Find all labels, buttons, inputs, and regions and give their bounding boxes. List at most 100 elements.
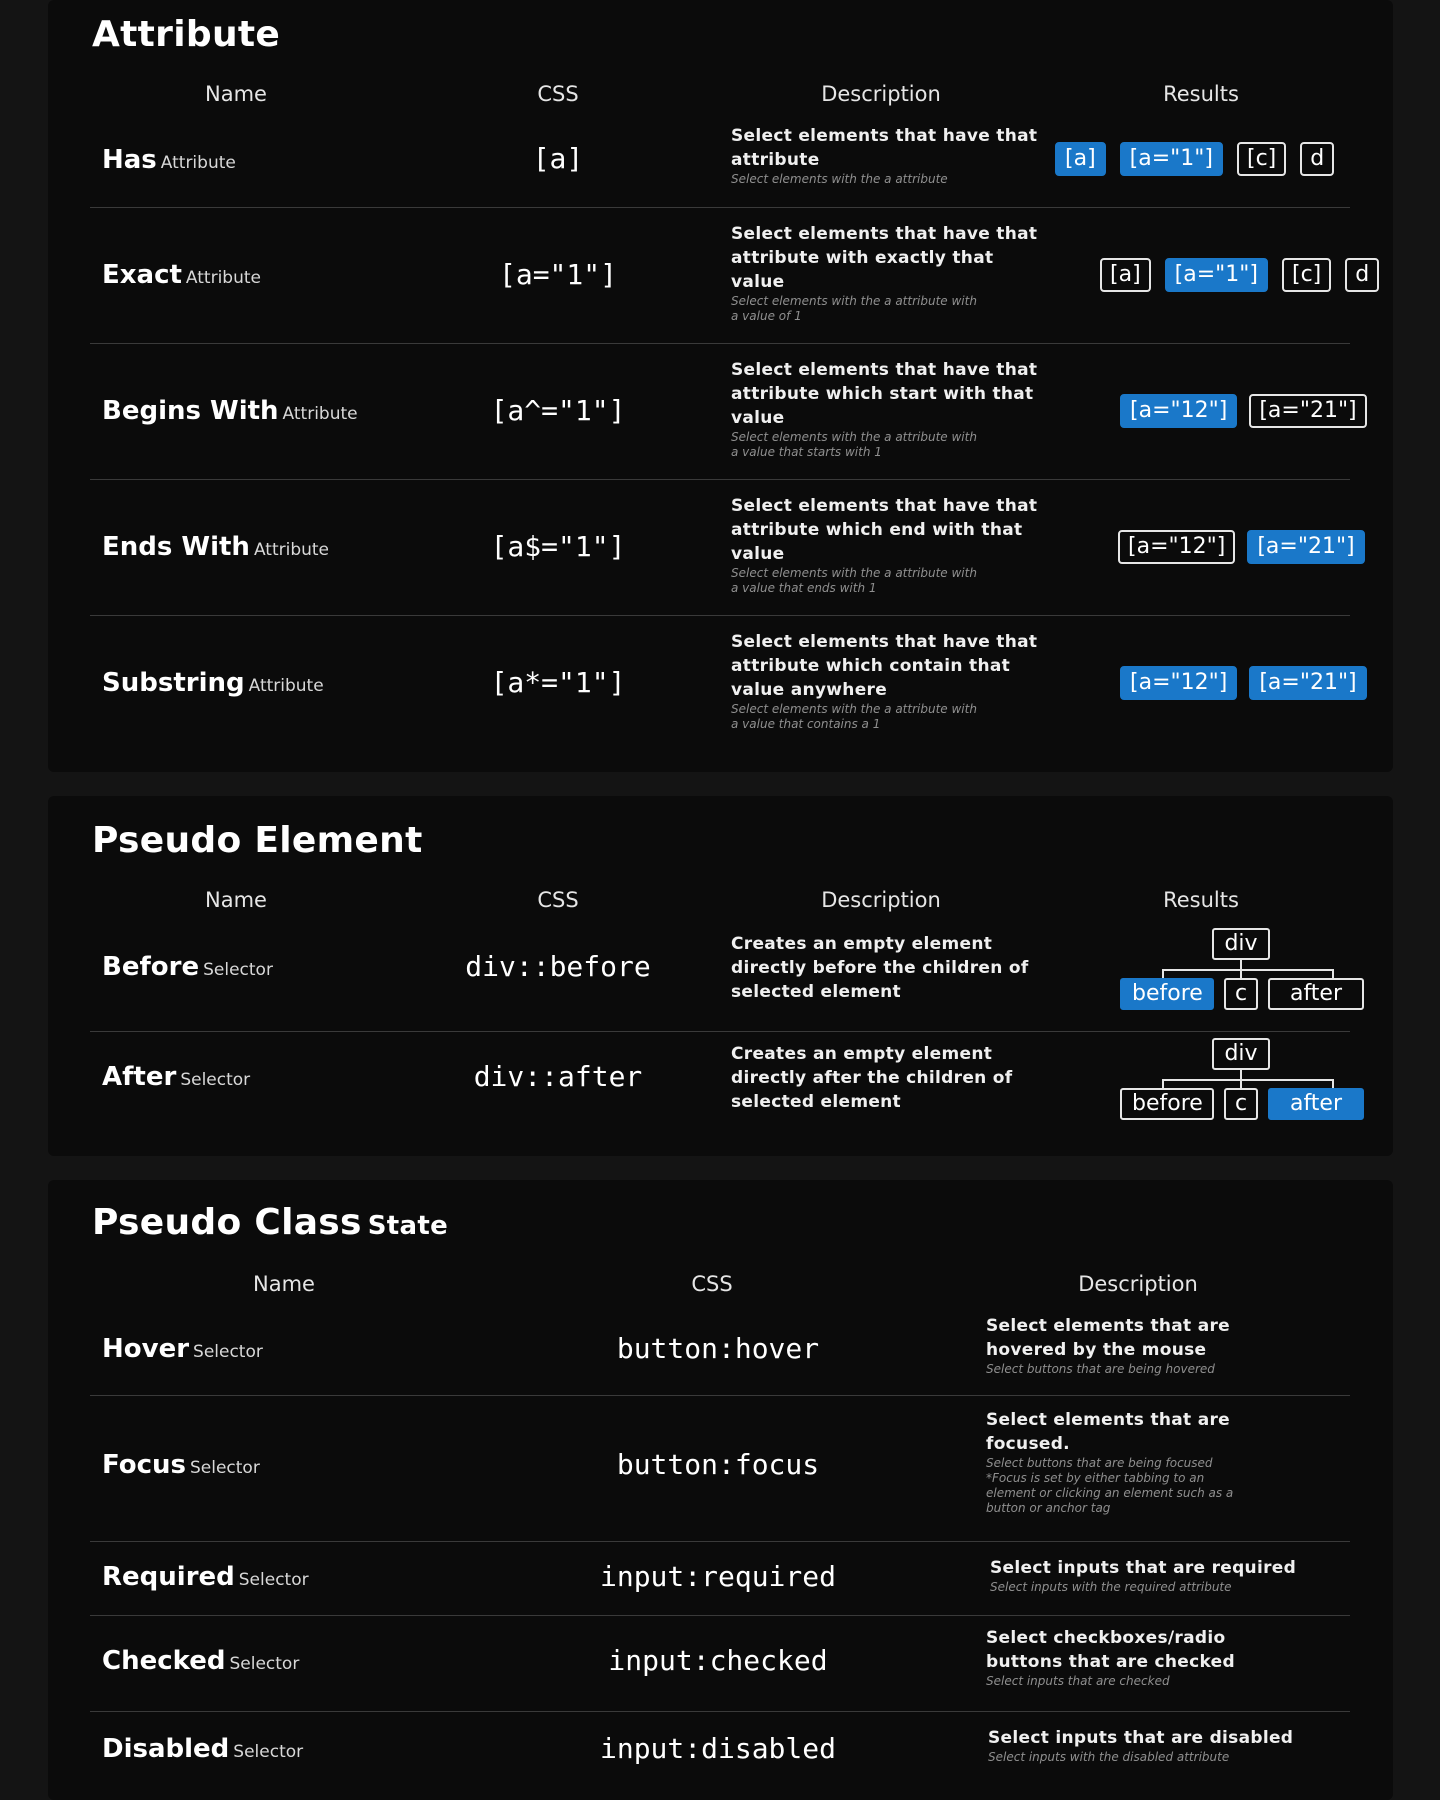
description: Select elements that have that attribute… (731, 630, 1061, 732)
selector-name-label: Ends With (102, 532, 250, 562)
selector-name-label: Begins With (102, 396, 279, 426)
selector-name-label: Exact (102, 260, 182, 290)
description: Select elements that are focused. Select… (986, 1408, 1326, 1516)
css-selector: div::after (473, 1060, 643, 1093)
description-note: Select elements with the a attribute wit… (731, 566, 977, 580)
css-selector: input:required (599, 1560, 836, 1593)
description: Select elements that have that attribute… (731, 358, 1061, 460)
description-line: selected element (731, 982, 901, 1002)
description-line: Select elements that have that (731, 224, 1038, 244)
result-chip-selected: [a="1"] (1164, 258, 1268, 292)
description-line: Select elements that have that (731, 632, 1038, 652)
selector-name: Disabled Selector (102, 1734, 303, 1764)
description-line: Select elements that have that (731, 126, 1038, 146)
description-line: focused. (986, 1434, 1070, 1454)
selector-name-label: Has (102, 145, 157, 175)
selector-name-sub: Selector (238, 1570, 309, 1590)
description-line: directly after the children of (731, 1068, 1013, 1088)
header-css: CSS (537, 82, 579, 106)
css-selector: [a="1"] (498, 258, 617, 291)
description: Creates an empty element directly before… (731, 932, 1061, 1004)
header-results: Results (1163, 888, 1239, 912)
dom-tree-diagram: div before c after (1120, 928, 1370, 1012)
dom-tree-diagram: div before c after (1120, 1038, 1370, 1122)
selector-name-sub: Attribute (253, 540, 330, 560)
selector-name: Required Selector (102, 1562, 309, 1592)
cheat-sheet-page: Attribute Name CSS Description Results H… (0, 0, 1440, 1800)
selector-name: Before Selector (102, 952, 273, 982)
pseudo-element-section: Pseudo Element Name CSS Description Resu… (48, 796, 1393, 1156)
result-chip: [c] (1281, 258, 1332, 292)
attribute-row: Has Attribute [a] Select elements that ha… (90, 118, 1350, 208)
result-chip: [c] (1236, 142, 1287, 176)
css-selector: button:focus (616, 1448, 820, 1481)
results: [a] [a="1"] [c] d (1055, 142, 1335, 176)
result-chip: [a="12"] (1118, 530, 1236, 564)
results: [a="12"] [a="21"] (1118, 530, 1365, 564)
css-selector: div::before (465, 950, 651, 983)
section-title: Attribute (92, 14, 281, 55)
selector-name-label: Focus (102, 1450, 186, 1480)
description-line: hovered by the mouse (986, 1340, 1207, 1360)
description-line: attribute which start with that (731, 384, 1034, 404)
selector-name: Exact Attribute (102, 260, 261, 290)
tree-connector (1162, 1079, 1334, 1081)
description-note: element or clicking an element such as a (986, 1486, 1234, 1500)
header-css: CSS (537, 888, 579, 912)
description: Select inputs that are required Select i… (990, 1556, 1330, 1595)
css-selector: [a^="1"] (490, 394, 626, 427)
description-note: *Focus is set by either tabbing to an (986, 1471, 1205, 1485)
selector-name: Substring Attribute (102, 668, 324, 698)
css-selector: [a$="1"] (490, 530, 626, 563)
section-title: Pseudo Class State (92, 1202, 448, 1243)
result-chip-selected: [a="21"] (1247, 530, 1365, 564)
description-line: Select inputs that are disabled (988, 1728, 1294, 1748)
selector-name: Has Attribute (102, 145, 236, 175)
attribute-section: Attribute Name CSS Description Results H… (48, 0, 1393, 772)
description-note: a value that ends with 1 (731, 581, 877, 595)
pseudo-class-section: Pseudo Class State Name CSS Description H… (48, 1180, 1393, 1800)
header-description: Description (1078, 1272, 1198, 1296)
selector-name-label: Before (102, 952, 200, 982)
tree-node-before: before (1120, 978, 1214, 1010)
result-chip-selected: [a="12"] (1120, 666, 1238, 700)
selector-name: Begins With Attribute (102, 396, 358, 426)
description-note: Select elements with the a attribute (731, 172, 948, 186)
result-chip-selected: [a] (1055, 142, 1106, 176)
description-line: Creates an empty element (731, 1044, 993, 1064)
css-selector: input:checked (608, 1644, 828, 1677)
section-title-sub: State (367, 1211, 449, 1241)
description-line: value (731, 272, 785, 292)
tree-node-after: after (1268, 978, 1364, 1010)
description-line: Select elements that have that (731, 496, 1038, 516)
description: Select elements that are hovered by the … (986, 1314, 1326, 1377)
description-line: value (731, 408, 785, 428)
pseudo-element-row: Before Selector div::before Creates an em… (90, 922, 1364, 1032)
description: Select elements that have that attribute… (731, 222, 1061, 324)
header-css: CSS (691, 1272, 733, 1296)
header-description: Description (821, 888, 941, 912)
results: [a] [a="1"] [c] d (1100, 258, 1380, 292)
attribute-row: Substring Attribute [a*="1"] Select eleme… (90, 616, 1367, 752)
attribute-row: Begins With Attribute [a^="1"] Select ele… (90, 344, 1367, 480)
pseudo-element-row: After Selector div::after Creates an empt… (90, 1032, 1364, 1142)
result-chip-selected: [a="1"] (1119, 142, 1223, 176)
tree-node-child: c (1224, 1088, 1258, 1120)
selector-name-sub: Selector (193, 1342, 263, 1362)
selector-name-sub: Selector (229, 1654, 300, 1674)
tree-node-before: before (1120, 1088, 1214, 1120)
header-name: Name (205, 82, 267, 106)
description-line: Select checkboxes/radio (986, 1628, 1226, 1648)
description: Creates an empty element directly after … (731, 1042, 1061, 1114)
selector-name-sub: Selector (203, 960, 273, 980)
selector-name-label: Disabled (102, 1734, 230, 1764)
description-line: Select elements that are (986, 1316, 1230, 1336)
result-chip-selected: [a="12"] (1120, 394, 1238, 428)
description-note: Select inputs with the required attribut… (990, 1580, 1232, 1594)
description-note: Select inputs with the disabled attribut… (988, 1750, 1230, 1764)
attribute-row: Exact Attribute [a="1"] Select elements t… (90, 208, 1380, 344)
attribute-row: Ends With Attribute [a$="1"] Select eleme… (90, 480, 1365, 616)
selector-name-label: After (102, 1062, 177, 1092)
selector-name-sub: Selector (189, 1458, 260, 1478)
description-line: Select elements that have that (731, 360, 1038, 380)
